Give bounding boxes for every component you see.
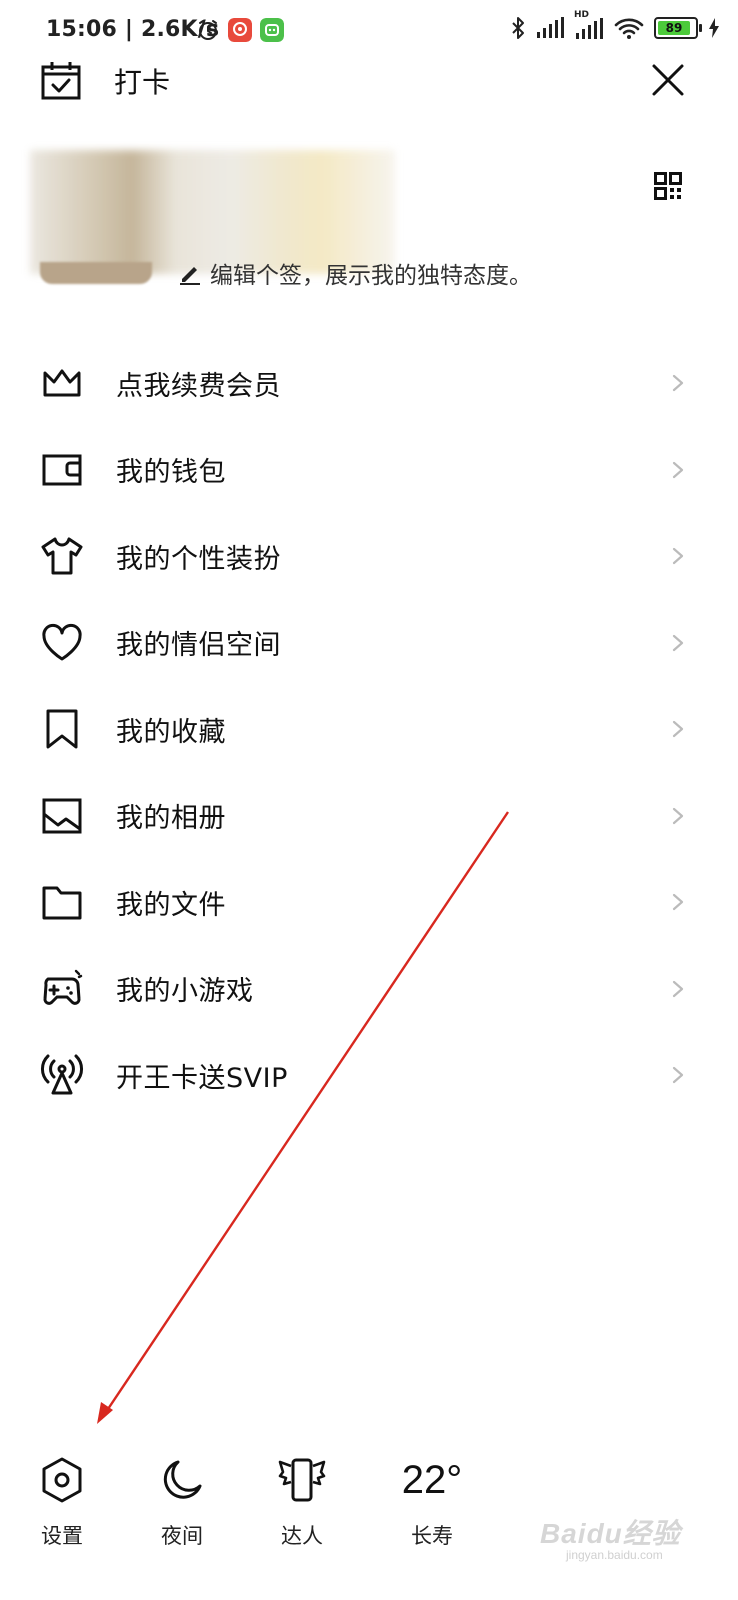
battery-level: 89 bbox=[665, 21, 683, 35]
menu-item-label: 我的钱包 bbox=[116, 457, 226, 489]
expert-button[interactable]: 达人 bbox=[252, 1450, 352, 1550]
wallet-icon bbox=[42, 454, 82, 486]
checkin-button[interactable]: 打卡 bbox=[40, 60, 170, 102]
longevity-label: 长寿 bbox=[411, 1524, 453, 1548]
menu-item-label: 开王卡送SVIP bbox=[116, 1062, 288, 1094]
chevron-right-icon bbox=[672, 634, 684, 651]
green-app-notification-icon bbox=[260, 18, 284, 42]
qr-code-icon[interactable] bbox=[654, 172, 682, 200]
menu-item-king-card-svip[interactable]: 开王卡送SVIP bbox=[0, 1032, 738, 1119]
battery-cap bbox=[699, 24, 702, 32]
avatar[interactable] bbox=[40, 262, 152, 284]
menu-item-personal-dressup[interactable]: 我的个性装扮 bbox=[0, 513, 738, 600]
folder-icon bbox=[42, 886, 82, 920]
settings-hexagon-icon bbox=[42, 1457, 82, 1503]
temperature-value: 22° bbox=[401, 1457, 463, 1502]
wifi-icon bbox=[614, 18, 644, 39]
checkin-label: 打卡 bbox=[114, 66, 171, 99]
calendar-check-icon bbox=[41, 62, 81, 100]
heart-icon bbox=[42, 623, 82, 661]
moon-icon bbox=[163, 1460, 202, 1499]
menu-item-label: 我的收藏 bbox=[116, 716, 226, 748]
menu-item-couple-space[interactable]: 我的情侣空间 bbox=[0, 600, 738, 687]
status-time-speed: 15:06 | 2.6K/s bbox=[46, 17, 220, 42]
menu-list: 点我续费会员 我的钱包 我的个性装扮 我的情侣空间 我的收藏 我的相册 我的文件… bbox=[0, 340, 738, 1119]
night-label: 夜间 bbox=[161, 1524, 203, 1548]
status-bar: 15:06 | 2.6K/s HD 89 bbox=[0, 0, 738, 62]
battery-fill: 89 bbox=[658, 21, 691, 35]
signal-tower-icon bbox=[41, 1054, 83, 1095]
annotation-arrowhead bbox=[97, 1402, 113, 1424]
photo-icon bbox=[42, 798, 82, 834]
menu-item-files[interactable]: 我的文件 bbox=[0, 859, 738, 946]
weather-longevity-button[interactable]: 22° 长寿 bbox=[382, 1450, 482, 1550]
menu-item-wallet[interactable]: 我的钱包 bbox=[0, 427, 738, 514]
menu-item-label: 我的文件 bbox=[116, 889, 226, 921]
crown-icon bbox=[43, 369, 81, 397]
close-icon[interactable] bbox=[650, 62, 686, 98]
chevron-right-icon bbox=[672, 894, 684, 911]
chevron-right-icon bbox=[672, 721, 684, 738]
winged-phone-icon bbox=[278, 1458, 326, 1502]
menu-item-label: 点我续费会员 bbox=[116, 370, 281, 402]
tshirt-icon bbox=[41, 537, 83, 575]
gamepad-icon bbox=[43, 969, 83, 1005]
chevron-right-icon bbox=[672, 1067, 684, 1084]
menu-item-label: 我的相册 bbox=[116, 803, 226, 835]
red-app-notification-icon bbox=[228, 18, 252, 42]
hd-signal: HD bbox=[574, 10, 604, 40]
menu-item-label: 我的小游戏 bbox=[116, 976, 254, 1008]
cellular-signal-icon bbox=[537, 17, 564, 38]
chevron-right-icon bbox=[672, 980, 684, 997]
chevron-right-icon bbox=[672, 461, 684, 478]
cellular-signal-hd-icon bbox=[576, 18, 603, 39]
menu-item-album[interactable]: 我的相册 bbox=[0, 773, 738, 860]
baidu-watermark: Baidu经验 bbox=[540, 1518, 681, 1549]
chevron-right-icon bbox=[672, 548, 684, 565]
menu-item-renew-vip[interactable]: 点我续费会员 bbox=[0, 340, 738, 427]
baidu-watermark-url: jingyan.baidu.com bbox=[566, 1548, 663, 1562]
menu-item-label: 我的情侣空间 bbox=[116, 630, 281, 662]
charging-bolt-icon bbox=[709, 18, 719, 38]
chevron-right-icon bbox=[672, 375, 684, 392]
settings-label: 设置 bbox=[41, 1524, 83, 1548]
chevron-right-icon bbox=[672, 807, 684, 824]
edit-pen-icon bbox=[180, 267, 200, 285]
status-left-icons bbox=[196, 18, 284, 42]
menu-item-label: 我的个性装扮 bbox=[116, 543, 281, 575]
menu-item-mini-games[interactable]: 我的小游戏 bbox=[0, 946, 738, 1033]
bluetooth-icon bbox=[512, 17, 524, 39]
settings-button[interactable]: 设置 bbox=[12, 1450, 112, 1550]
alarm-icon bbox=[199, 20, 217, 40]
signature-row[interactable]: 编辑个签，展示我的独特态度。 bbox=[178, 256, 532, 290]
status-right-icons: HD 89 bbox=[510, 10, 720, 40]
signature-text: 编辑个签，展示我的独特态度。 bbox=[210, 263, 532, 289]
menu-item-favorites[interactable]: 我的收藏 bbox=[0, 686, 738, 773]
night-mode-button[interactable]: 夜间 bbox=[132, 1450, 232, 1550]
bookmark-icon bbox=[46, 709, 78, 749]
expert-label: 达人 bbox=[281, 1524, 323, 1548]
battery-indicator: 89 bbox=[654, 17, 702, 39]
